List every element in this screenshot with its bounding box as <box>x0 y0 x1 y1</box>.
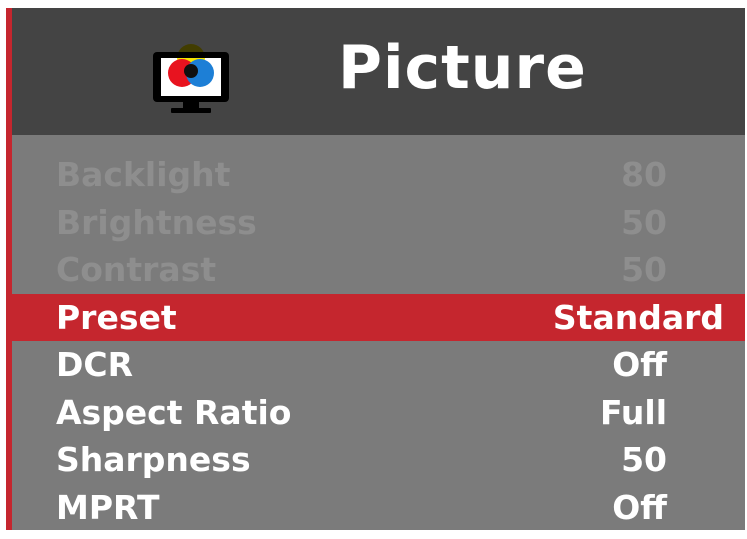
tv-color-icon <box>153 44 229 113</box>
menu-item-aspect-ratio[interactable]: Aspect Ratio Full <box>6 389 745 437</box>
menu-item-label: Sharpness <box>56 440 251 479</box>
menu-item-backlight: Backlight 80 <box>6 151 745 199</box>
menu-item-value: 50 <box>621 202 667 242</box>
settings-list: Backlight 80 Brightness 50 Contrast 50 P… <box>6 151 745 530</box>
accent-bar <box>6 8 12 530</box>
menu-item-dcr[interactable]: DCR Off <box>6 341 745 389</box>
menu-item-brightness: Brightness 50 <box>6 199 745 247</box>
menu-item-value: Off <box>612 345 667 384</box>
osd-menu-panel: Picture Backlight 80 Brightness 50 Contr… <box>6 8 745 530</box>
menu-item-value: 50 <box>621 440 667 479</box>
menu-item-mprt[interactable]: MPRT Off <box>6 484 745 531</box>
menu-item-value: Full <box>599 392 667 432</box>
menu-item-preset[interactable]: Preset Standard <box>6 293 745 341</box>
menu-item-contrast: Contrast 50 <box>6 246 745 294</box>
menu-item-label: MPRT <box>56 487 160 527</box>
menu-item-label: Contrast <box>56 250 217 289</box>
menu-item-label: Backlight <box>56 155 231 194</box>
menu-item-value: 50 <box>621 250 667 289</box>
page-title: Picture <box>338 33 587 103</box>
menu-item-value: Standard <box>552 297 724 337</box>
menu-item-label: Aspect Ratio <box>56 392 292 432</box>
menu-item-sharpness[interactable]: Sharpness 50 <box>6 436 745 484</box>
menu-item-label: DCR <box>56 345 134 384</box>
menu-item-label: Preset <box>56 297 177 337</box>
menu-item-value: 80 <box>621 155 667 194</box>
menu-item-value: Off <box>612 487 667 527</box>
menu-item-label: Brightness <box>56 202 257 242</box>
osd-header: Picture <box>6 8 745 135</box>
